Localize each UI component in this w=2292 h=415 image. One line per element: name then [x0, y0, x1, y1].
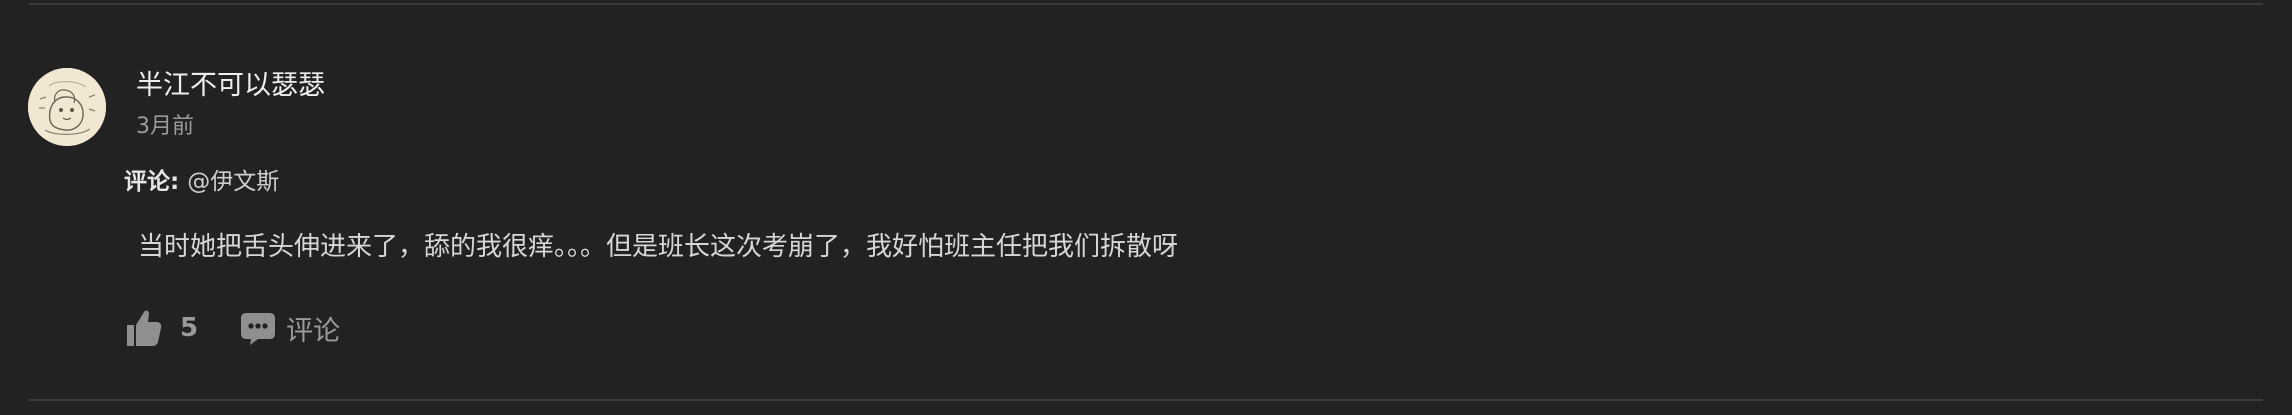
- comment-actions: 5 评论: [124, 306, 340, 350]
- reply-target-link[interactable]: @伊文斯: [187, 169, 279, 195]
- avatar-sketch-image: [28, 68, 106, 146]
- reply-context: 评论: @伊文斯: [124, 166, 279, 198]
- like-button[interactable]: 5: [124, 308, 198, 348]
- top-divider: [29, 3, 2263, 5]
- timestamp: 3月前: [136, 114, 194, 139]
- avatar[interactable]: [28, 68, 106, 146]
- comment-button[interactable]: 评论: [240, 309, 340, 348]
- comment-card: 半江不可以瑟瑟 3月前 评论: @伊文斯 当时她把舌头伸进来了，舔的我很痒。。。但…: [0, 0, 2292, 415]
- bottom-divider: [29, 399, 2263, 401]
- like-count: 5: [180, 313, 199, 343]
- reply-label: 评论:: [124, 169, 180, 195]
- chat-bubble-icon: [240, 310, 276, 346]
- comment-action-label: 评论: [286, 315, 341, 347]
- thumbs-up-icon: [124, 308, 162, 348]
- comment-content: 当时她把舌头伸进来了，舔的我很痒。。。但是班长这次考崩了，我好怕班主任把我们拆散…: [138, 232, 1179, 262]
- username[interactable]: 半江不可以瑟瑟: [136, 68, 325, 104]
